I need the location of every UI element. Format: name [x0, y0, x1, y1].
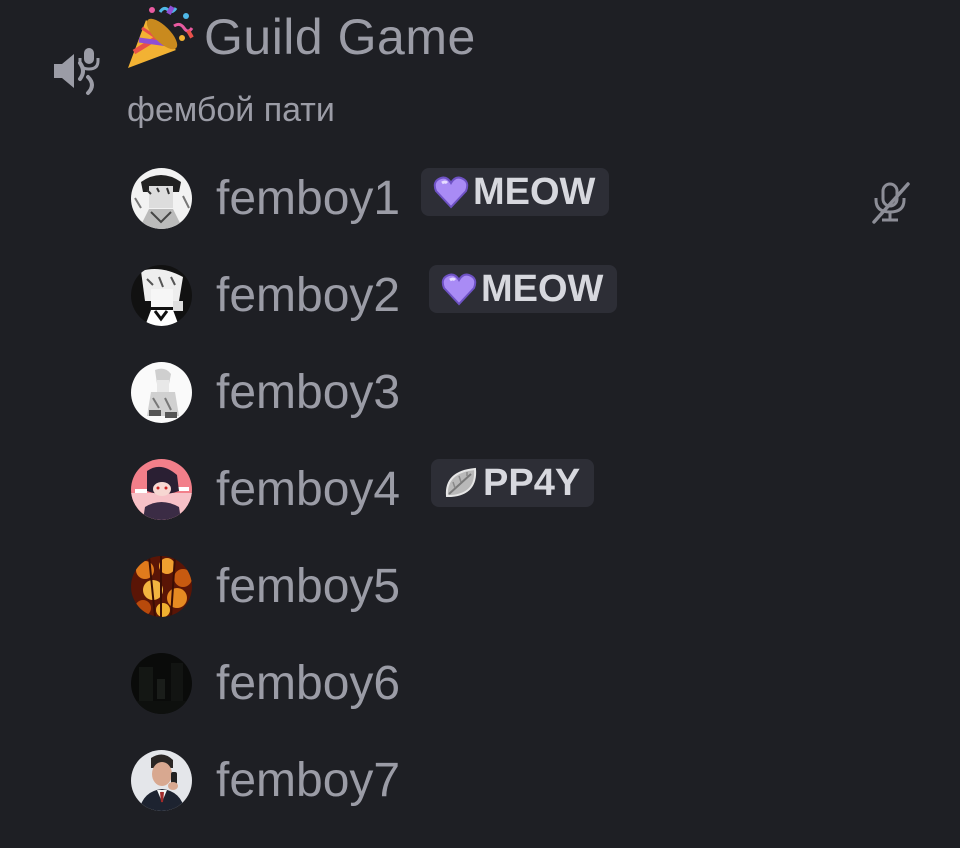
- avatar: [131, 459, 192, 520]
- voice-channel-panel: Guild Game фембой пати femboy1 MEOW femb…: [0, 0, 960, 848]
- channel-status: фембой пати: [127, 91, 335, 129]
- member-tag-label: MEOW: [481, 268, 604, 310]
- member-list: femboy1 MEOW femboy2 MEOW femboy3 femboy…: [0, 150, 960, 829]
- member-row[interactable]: femboy6: [0, 635, 960, 732]
- member-name: femboy6: [216, 657, 401, 710]
- member-row[interactable]: femboy3: [0, 344, 960, 441]
- avatar: [131, 362, 192, 423]
- leaf-icon: [443, 466, 479, 500]
- mic-muted-icon: [868, 180, 912, 224]
- member-row[interactable]: femboy2 MEOW: [0, 247, 960, 344]
- channel-name: Guild Game: [204, 9, 476, 65]
- channel-title-row[interactable]: Guild Game: [124, 4, 476, 70]
- member-tag-label: PP4Y: [483, 462, 581, 504]
- member-tag[interactable]: MEOW: [429, 265, 618, 313]
- speaker-icon[interactable]: [50, 44, 104, 98]
- member-row[interactable]: femboy1 MEOW: [0, 150, 960, 247]
- member-name: femboy1: [216, 172, 401, 225]
- member-tag[interactable]: PP4Y: [431, 459, 595, 507]
- member-tag-label: MEOW: [473, 171, 596, 213]
- member-row[interactable]: femboy7: [0, 732, 960, 829]
- avatar: [131, 750, 192, 811]
- party-popper-icon: [124, 4, 194, 70]
- member-name: femboy4: [216, 463, 401, 516]
- member-row[interactable]: femboy4 PP4Y: [0, 441, 960, 538]
- member-name: femboy2: [216, 269, 401, 322]
- avatar: [131, 556, 192, 617]
- member-row[interactable]: femboy5: [0, 538, 960, 635]
- avatar: [131, 653, 192, 714]
- avatar: [131, 265, 192, 326]
- member-name: femboy7: [216, 754, 401, 807]
- member-name: femboy3: [216, 366, 401, 419]
- member-tag[interactable]: MEOW: [421, 168, 610, 216]
- purple-heart-icon: [441, 272, 477, 306]
- purple-heart-icon: [433, 175, 469, 209]
- avatar: [131, 168, 192, 229]
- member-name: femboy5: [216, 560, 401, 613]
